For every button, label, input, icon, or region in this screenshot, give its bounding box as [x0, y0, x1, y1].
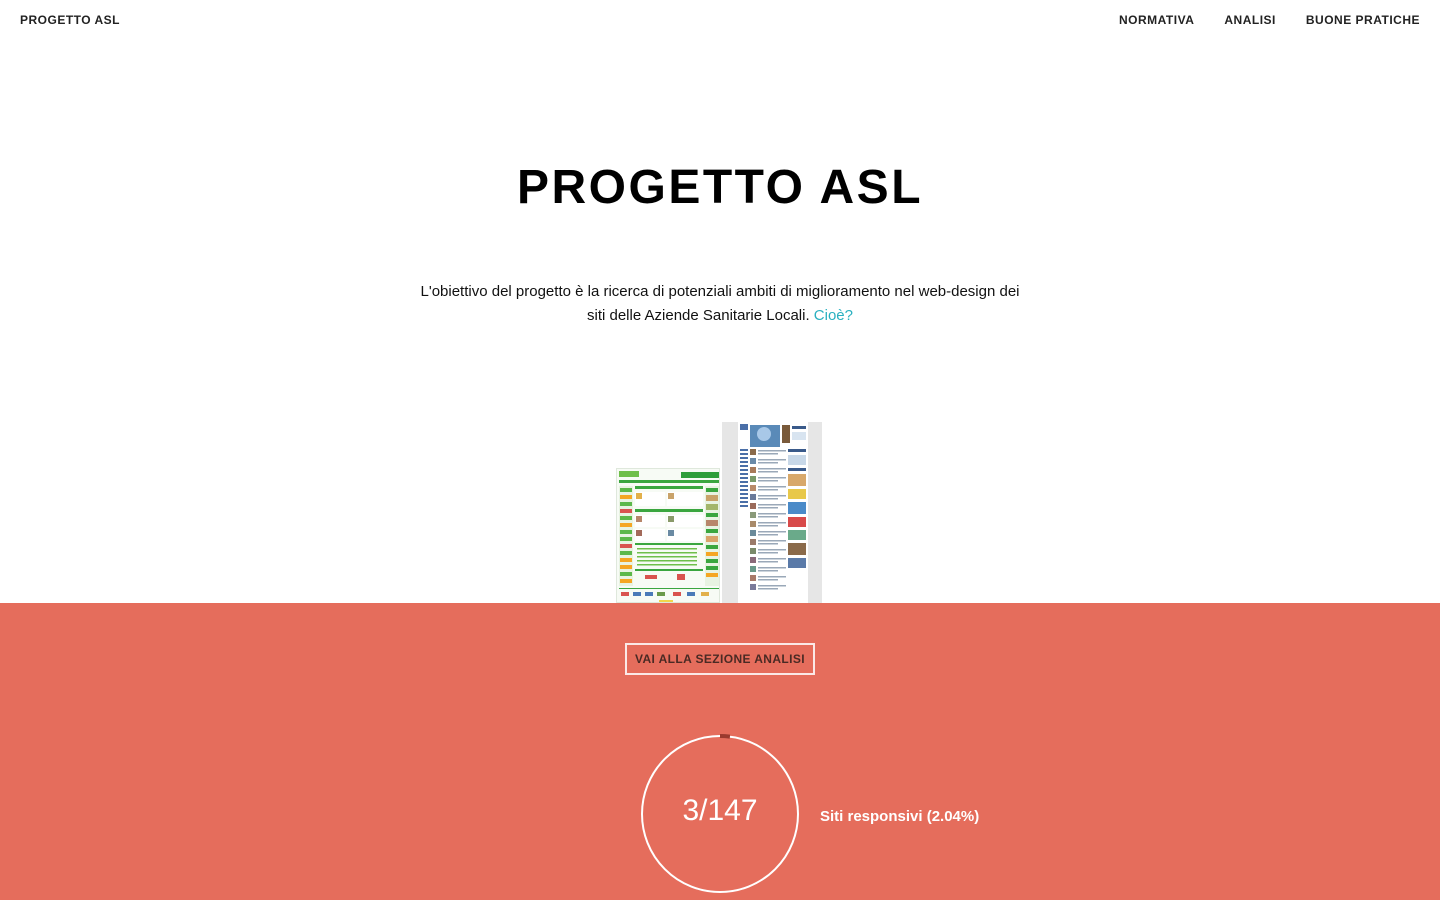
top-navigation: PROGETTO ASL NORMATIVA ANALISI BUONE PRA… — [0, 0, 1440, 42]
website-screenshots — [616, 422, 826, 603]
nav-link-buone-pratiche[interactable]: BUONE PRATICHE — [1306, 13, 1420, 27]
website-screenshot-blue — [722, 422, 822, 603]
blue-site-thumbnail — [722, 422, 822, 603]
hero-description: L'obiettivo del progetto è la ricerca di… — [420, 280, 1020, 328]
brand-link[interactable]: PROGETTO ASL — [20, 13, 120, 27]
green-site-thumbnail — [617, 469, 719, 602]
hero-description-text: L'obiettivo del progetto è la ricerca di… — [420, 283, 1020, 324]
website-screenshot-green — [616, 468, 720, 603]
cioe-link[interactable]: Cioè? — [814, 307, 853, 324]
nav-links: NORMATIVA ANALISI BUONE PRATICHE — [1119, 13, 1420, 27]
stat-value: 3/147 — [682, 794, 758, 827]
nav-link-normativa[interactable]: NORMATIVA — [1119, 13, 1194, 27]
analysis-section: VAI ALLA SEZIONE ANALISI 3/147 Siti resp… — [0, 603, 1440, 900]
analysis-section-button[interactable]: VAI ALLA SEZIONE ANALISI — [625, 643, 815, 675]
nav-link-analisi[interactable]: ANALISI — [1224, 13, 1276, 27]
page-title: PROGETTO ASL — [516, 161, 924, 214]
stat-label: Siti responsivi (2.04%) — [820, 808, 980, 825]
